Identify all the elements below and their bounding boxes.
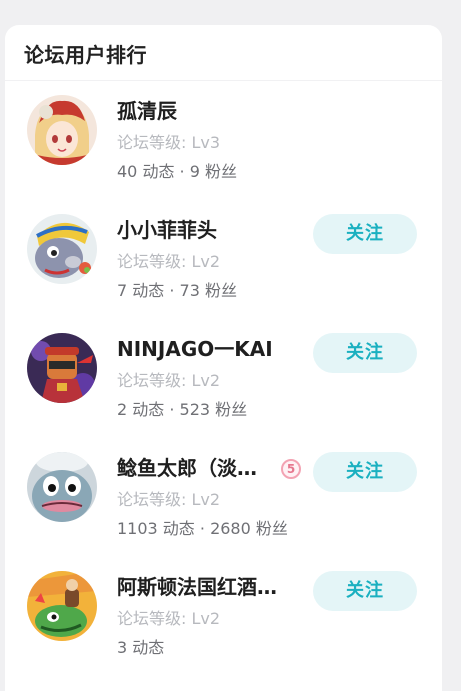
ranking-card: 论坛用户排行 孤清辰 论坛等级: Lv3 40 动态 · 9 粉丝 小小菲菲头 … [5, 25, 442, 691]
user-stats: 1103 动态 · 2680 粉丝 [117, 519, 288, 538]
user-level: 论坛等级: Lv2 [117, 252, 221, 271]
user-name[interactable]: 鲶鱼太郎（淡… [117, 452, 257, 481]
user-stats: 2 动态 · 523 粉丝 [117, 400, 248, 419]
user-item[interactable]: NINJAGO一KAI 论坛等级: Lv2 2 动态 · 523 粉丝 关注 [5, 333, 442, 453]
level-badge-icon: 5 [281, 459, 301, 479]
user-level: 论坛等级: Lv2 [117, 371, 221, 390]
user-level: 论坛等级: Lv2 [117, 490, 221, 509]
user-item[interactable]: 阿斯顿法国红酒… 论坛等级: Lv2 3 动态 关注 [5, 571, 442, 691]
title-divider [5, 80, 442, 81]
follow-button[interactable]: 关注 [313, 571, 417, 611]
user-level: 论坛等级: Lv3 [117, 133, 221, 152]
user-name[interactable]: 小小菲菲头 [117, 214, 217, 243]
user-name[interactable]: 孤清辰 [117, 95, 177, 124]
follow-button[interactable]: 关注 [313, 214, 417, 254]
user-stats: 3 动态 [117, 638, 165, 657]
follow-button[interactable]: 关注 [313, 333, 417, 373]
avatar[interactable] [27, 214, 97, 284]
user-name[interactable]: NINJAGO一KAI [117, 333, 273, 362]
user-level: 论坛等级: Lv2 [117, 609, 221, 628]
user-name[interactable]: 阿斯顿法国红酒… [117, 571, 277, 600]
panel-title: 论坛用户排行 [24, 43, 147, 67]
avatar[interactable] [27, 571, 97, 641]
user-item[interactable]: 孤清辰 论坛等级: Lv3 40 动态 · 9 粉丝 [5, 95, 442, 215]
user-stats: 7 动态 · 73 粉丝 [117, 281, 237, 300]
avatar[interactable] [27, 452, 97, 522]
avatar[interactable] [27, 333, 97, 403]
user-stats: 40 动态 · 9 粉丝 [117, 162, 237, 181]
follow-button[interactable]: 关注 [313, 452, 417, 492]
user-item[interactable]: 小小菲菲头 论坛等级: Lv2 7 动态 · 73 粉丝 关注 [5, 214, 442, 334]
user-item[interactable]: 鲶鱼太郎（淡… 5 论坛等级: Lv2 1103 动态 · 2680 粉丝 关注 [5, 452, 442, 572]
avatar[interactable] [27, 95, 97, 165]
